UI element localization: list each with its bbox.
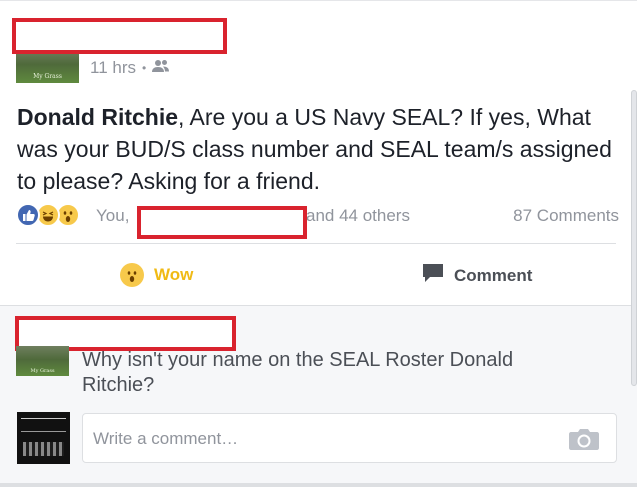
scrollbar[interactable] [631, 90, 637, 386]
comment-input[interactable] [93, 426, 543, 452]
post-timestamp[interactable]: 11 hrs [90, 58, 136, 78]
actions-divider [16, 243, 616, 244]
redacted-reactor-name [137, 206, 307, 239]
post-card: My Grass 11 hrs • Donald Ritchie, Are yo… [0, 0, 637, 305]
post-meta: 11 hrs • [90, 58, 170, 78]
camera-icon[interactable] [568, 427, 600, 451]
comment-label: Comment [454, 265, 533, 285]
current-user-avatar[interactable] [17, 412, 70, 464]
like-reaction-icon [16, 203, 40, 227]
wow-reaction-button[interactable]: Wow [120, 263, 193, 287]
comments-section: My Grass Why isn't your name on the SEAL… [0, 305, 637, 487]
comment-text: Why isn't your name on the SEAL Roster D… [82, 349, 514, 396]
comment-icon [422, 263, 444, 288]
wow-icon [120, 263, 144, 287]
reactions-you-label: You, [96, 206, 130, 225]
comments-count-link[interactable]: 87 Comments [513, 206, 619, 226]
reactions-others-label[interactable]: and 44 others [306, 206, 410, 226]
wow-label: Wow [154, 265, 194, 284]
commenter-avatar[interactable]: My Grass [16, 346, 69, 376]
bottom-divider [0, 483, 637, 487]
avatar-text-lines [21, 418, 66, 432]
post-body: Donald Ritchie, Are you a US Navy SEAL? … [17, 101, 622, 197]
commenter-avatar-caption: My Grass [30, 368, 55, 374]
meta-separator: • [142, 61, 147, 75]
redacted-author-name [12, 18, 227, 54]
avatar-caption: My Grass [33, 73, 62, 80]
mentioned-user-link[interactable]: Donald Ritchie [17, 104, 178, 130]
reactions-summary[interactable]: You, and 44 others 87 Comments [16, 203, 619, 231]
avatar-image-strip [23, 442, 64, 456]
comment-composer[interactable] [82, 413, 617, 463]
comment-button[interactable]: Comment [422, 263, 532, 288]
friends-icon[interactable] [152, 58, 170, 78]
author-avatar[interactable]: My Grass [16, 49, 79, 83]
